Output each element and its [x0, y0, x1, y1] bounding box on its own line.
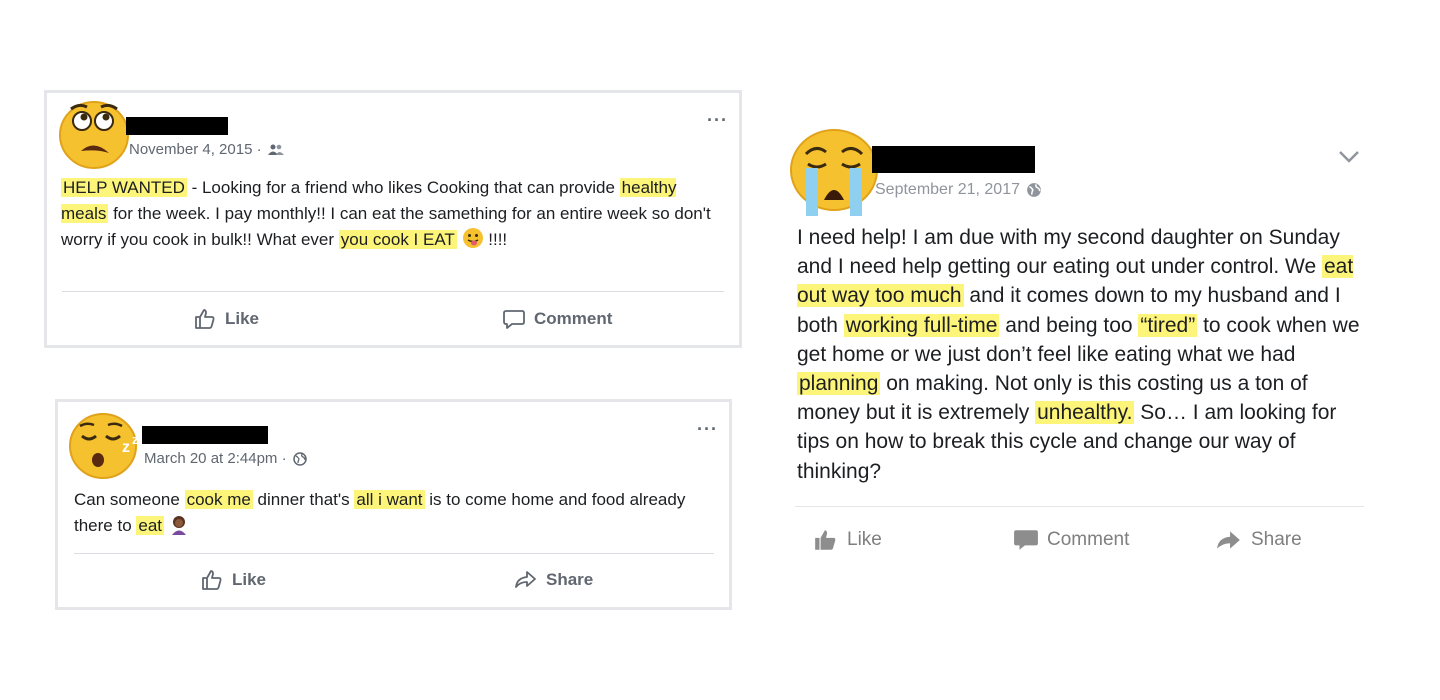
- post-date[interactable]: March 20 at 2:44pm ·: [144, 450, 287, 467]
- chevron-down-icon[interactable]: [1338, 150, 1360, 164]
- tongue-face-icon: [462, 228, 483, 248]
- like-button[interactable]: Like: [200, 568, 266, 592]
- highlighted-phrase: cook me: [184, 490, 253, 509]
- post-meta: November 4, 2015 ·: [129, 141, 284, 158]
- post-text: HELP WANTED - Looking for a friend who l…: [61, 175, 711, 253]
- post-card-2: z z March 20 at 2:44pm · ··· Can someone…: [55, 399, 732, 610]
- text-segment: dinner that's: [252, 490, 355, 509]
- thumbs-up-icon: [815, 530, 836, 550]
- like-label: Like: [847, 529, 882, 550]
- friends-icon: [267, 144, 284, 155]
- comment-button[interactable]: Comment: [502, 307, 612, 331]
- comment-label: Comment: [534, 309, 613, 328]
- text-segment: - Looking for a friend who likes Cooking…: [186, 178, 620, 197]
- sleeping-face-icon: z z: [69, 413, 139, 479]
- post-text: I need help! I am due with my second dau…: [797, 223, 1369, 486]
- post-date[interactable]: September 21, 2017: [875, 181, 1020, 199]
- highlighted-phrase: HELP WANTED: [61, 178, 187, 197]
- redacted-username: [126, 117, 228, 135]
- highlighted-phrase: “tired”: [1138, 313, 1198, 337]
- divider: [62, 291, 724, 292]
- highlighted-phrase: working full-time: [843, 313, 1000, 337]
- text-segment: and being too: [999, 313, 1139, 337]
- svg-text:z: z: [132, 432, 139, 447]
- text-segment: I need help! I am due with my second dau…: [797, 226, 1340, 279]
- like-button[interactable]: Like: [813, 527, 882, 553]
- post-meta: September 21, 2017: [875, 181, 1042, 199]
- inline-emoji: [164, 516, 189, 535]
- highlighted-phrase: unhealthy.: [1035, 401, 1135, 425]
- inline-emoji: [457, 228, 484, 249]
- highlighted-phrase: you cook I EAT: [338, 230, 457, 249]
- post-date[interactable]: November 4, 2015 ·: [129, 141, 262, 158]
- thumbs-up-icon: [202, 570, 222, 590]
- thumbs-up-icon: [195, 309, 215, 329]
- post-card-1: November 4, 2015 · ··· HELP WANTED - Loo…: [44, 90, 742, 348]
- post-meta: March 20 at 2:44pm ·: [144, 450, 307, 467]
- comment-icon: [503, 310, 525, 329]
- share-button[interactable]: Share: [514, 568, 593, 592]
- redacted-username: [872, 146, 1035, 173]
- like-label: Like: [225, 309, 260, 328]
- redacted-username: [142, 426, 268, 444]
- woman-gesturing-icon: [171, 516, 186, 535]
- post-text: Can someone cook me dinner that's all i …: [74, 487, 714, 539]
- worried-face-icon: [59, 101, 129, 169]
- crying-face-icon: [790, 129, 878, 216]
- like-label: Like: [232, 570, 267, 589]
- share-icon: [515, 571, 536, 588]
- text-segment: !!!!: [483, 230, 508, 249]
- more-options-button[interactable]: ···: [707, 111, 728, 129]
- more-options-button[interactable]: ···: [697, 420, 718, 438]
- share-button[interactable]: Share: [1215, 527, 1302, 553]
- highlighted-phrase: planning: [797, 372, 881, 396]
- svg-text:z: z: [122, 439, 130, 456]
- divider: [795, 506, 1364, 507]
- like-button[interactable]: Like: [193, 307, 259, 331]
- globe-icon: [292, 451, 307, 466]
- post-card-3: September 21, 2017 I need help! I am due…: [786, 124, 1376, 584]
- comment-label: Comment: [1047, 529, 1130, 550]
- share-icon: [1217, 531, 1240, 549]
- comment-button[interactable]: Comment: [1013, 527, 1129, 553]
- divider: [74, 553, 714, 554]
- share-label: Share: [546, 570, 594, 589]
- highlighted-phrase: all i want: [354, 490, 425, 509]
- highlighted-phrase: eat: [136, 516, 165, 535]
- comment-icon: [1014, 530, 1038, 550]
- globe-icon: [1027, 183, 1041, 197]
- share-label: Share: [1251, 529, 1302, 550]
- text-segment: Can someone: [74, 490, 185, 509]
